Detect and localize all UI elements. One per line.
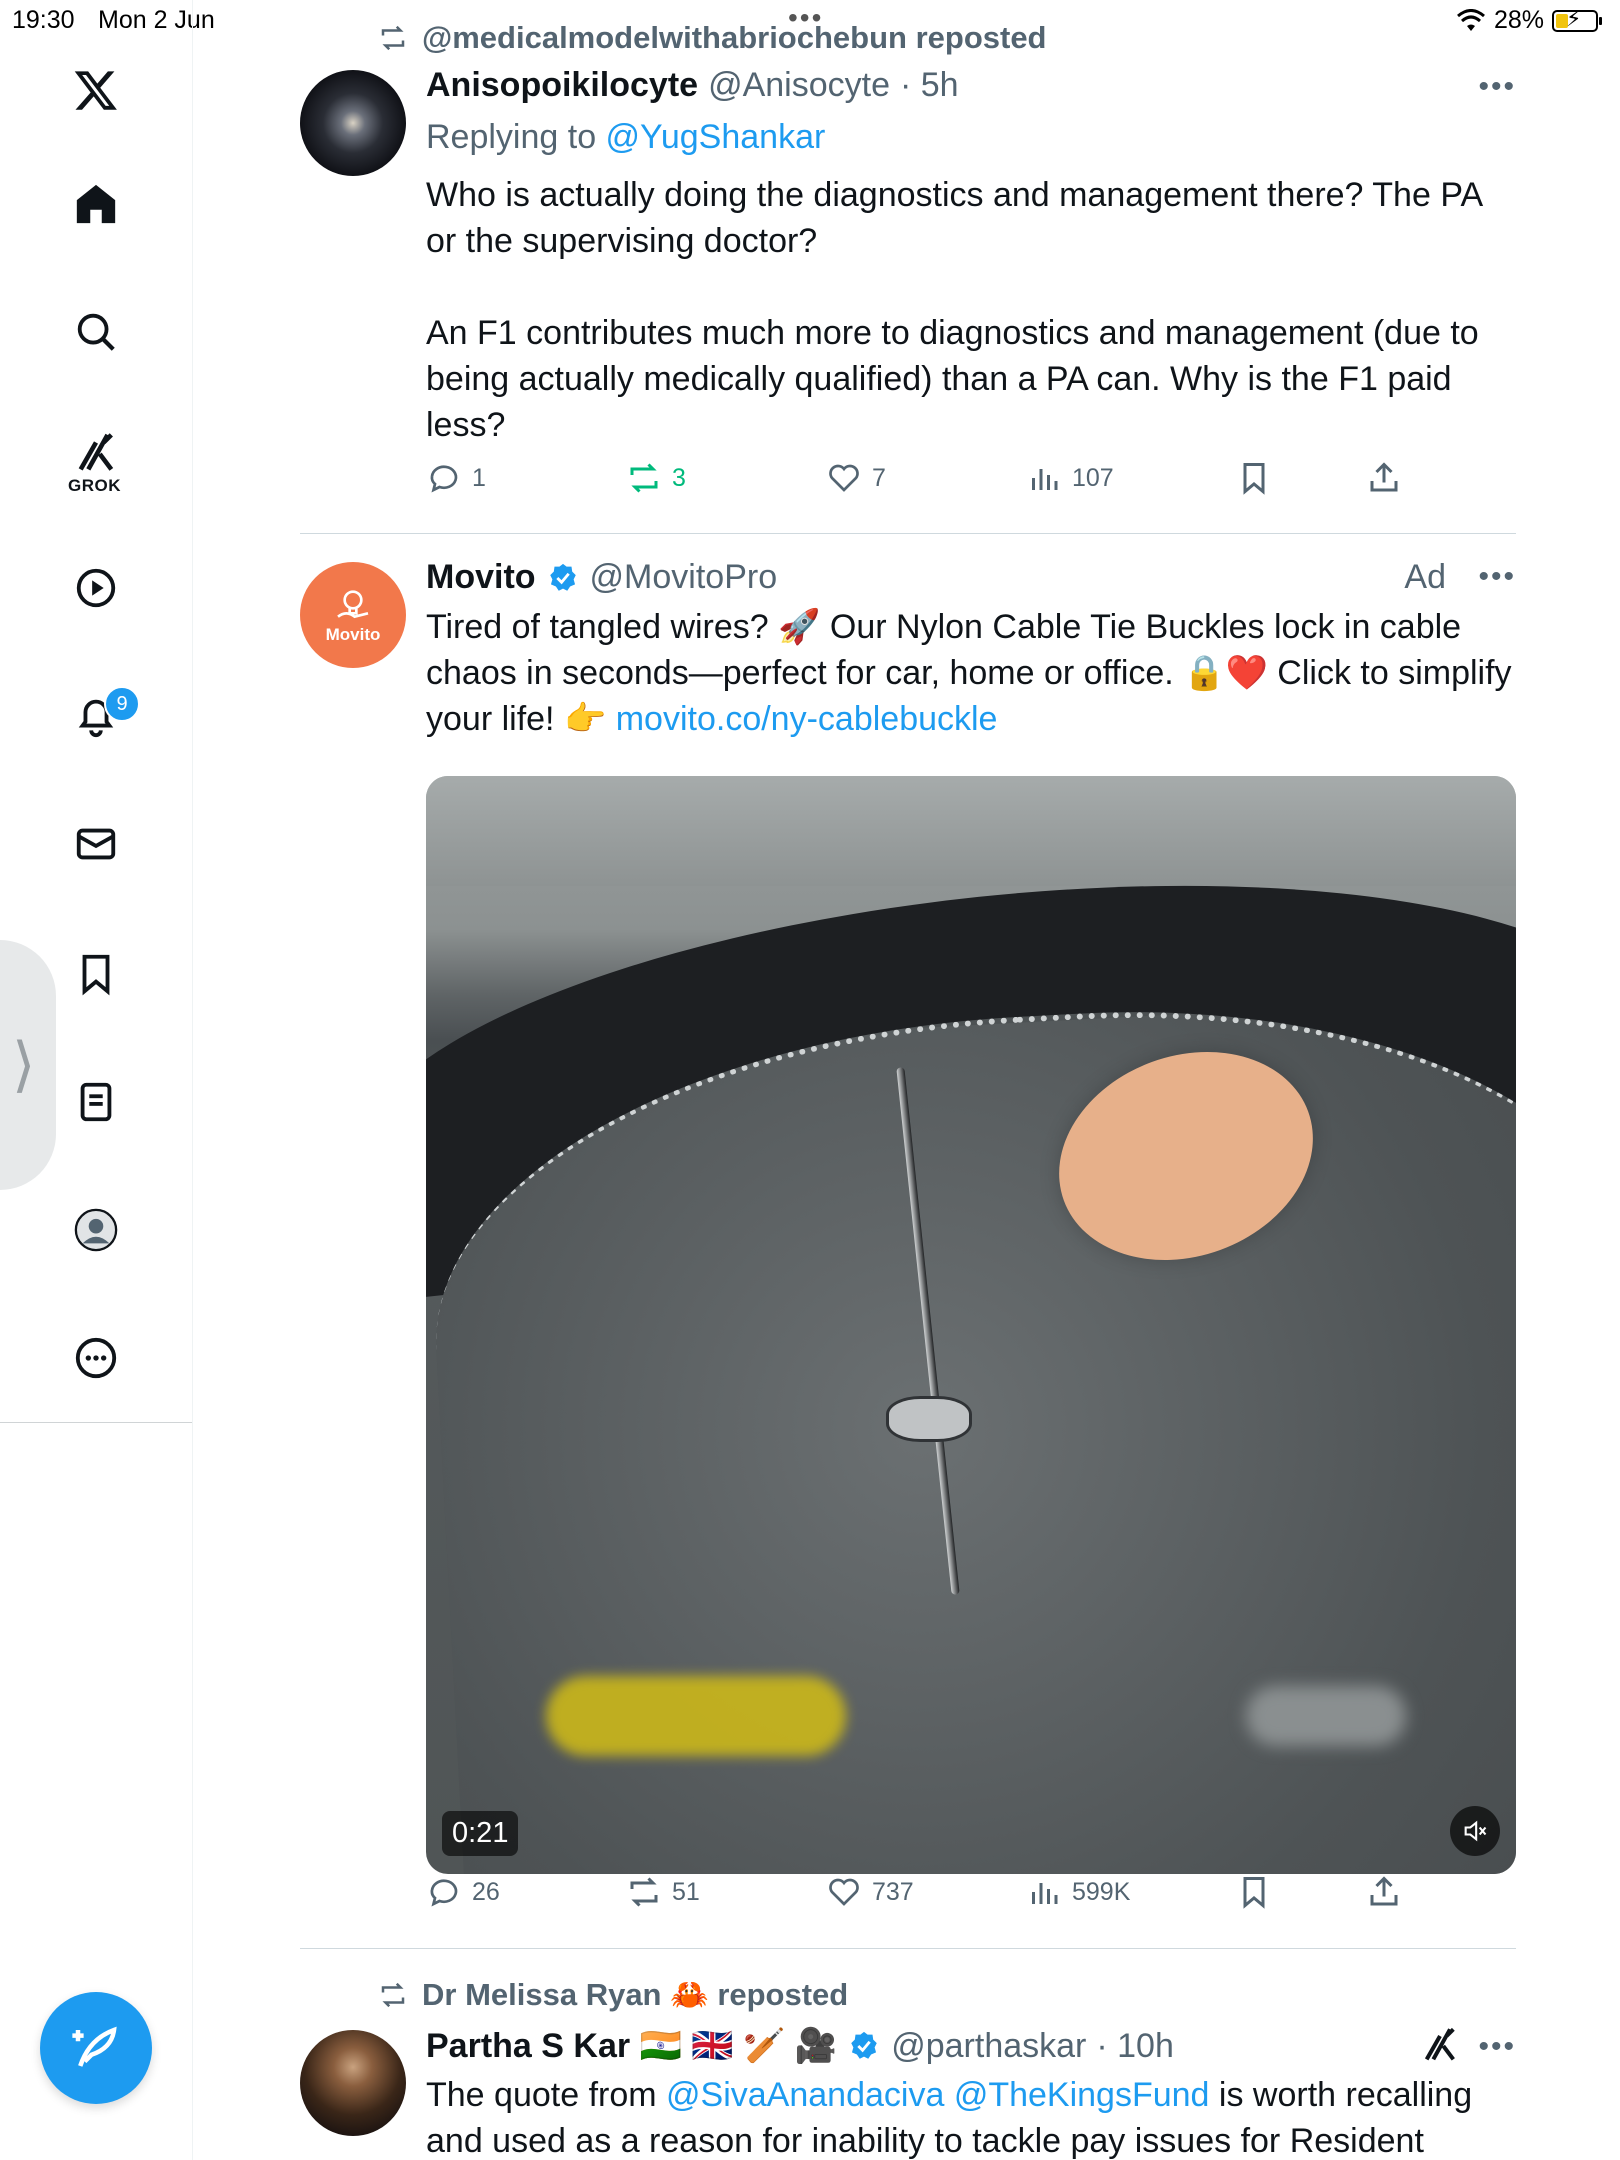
avatar-movito[interactable]: Movito	[300, 562, 406, 668]
heart-icon	[829, 1878, 859, 1906]
mention-link[interactable]: @SivaAnandaciva	[666, 2076, 944, 2114]
share-button[interactable]	[1366, 460, 1402, 496]
verified-badge-icon	[549, 563, 576, 591]
chevron-right-icon: ⟩	[12, 1031, 36, 1098]
post-text: The quote from @SivaAnandaciva @TheKings…	[426, 2076, 1473, 2160]
reply-icon	[430, 465, 458, 493]
post-header: Movito @MovitoPro	[426, 558, 777, 597]
author-handle[interactable]: @Anisocyte	[708, 66, 890, 105]
share-icon	[1370, 462, 1398, 492]
buckle	[886, 1396, 972, 1442]
repost-icon	[381, 1982, 405, 2007]
repost-icon	[630, 463, 658, 493]
home-icon[interactable]	[66, 174, 126, 234]
post-movito-ad[interactable]: Movito Movito @MovitoPro Ad ••• Tired of…	[300, 534, 1516, 1944]
post-header: Partha S Kar 🇮🇳 🇬🇧 🏏 🎥 @parthaskar · 10h	[426, 2026, 1174, 2066]
post-actions: 26 51 737 599K	[426, 1874, 1516, 1924]
reply-icon	[430, 1879, 458, 1907]
views-button[interactable]: 107	[1026, 460, 1114, 496]
sidebar-divider	[0, 1422, 192, 1423]
compose-feather-icon	[72, 2026, 117, 2067]
author-name[interactable]: Anisopoikilocyte	[426, 66, 698, 105]
grok-label: GROK	[68, 476, 121, 495]
video-player[interactable]: 0:21	[426, 776, 1516, 1874]
repost-by[interactable]: @medicalmodelwithabriochebun reposted	[422, 20, 1047, 56]
bookmark-icon	[1243, 463, 1265, 495]
grok-icon[interactable]	[1420, 2026, 1460, 2066]
post-text: Tired of tangled wires? 🚀 Our Nylon Cabl…	[426, 608, 1512, 738]
profile-avatar[interactable]	[66, 1200, 126, 1260]
post-text: Who is actually doing the diagnostics an…	[426, 176, 1482, 444]
lightbulb-hand-icon	[337, 590, 369, 619]
repost-button[interactable]: 3	[626, 460, 686, 496]
view-count: 107	[1072, 463, 1114, 492]
movito-avatar-text: Movito	[325, 625, 381, 644]
grok-icon[interactable]	[66, 424, 126, 484]
like-count: 7	[872, 463, 886, 492]
author-name[interactable]: Movito	[426, 558, 536, 597]
avatar-anisocyte[interactable]	[300, 70, 406, 176]
repost-icon	[630, 1877, 658, 1907]
video-icon[interactable]	[66, 558, 126, 618]
battery-icon: ⚡	[1552, 6, 1602, 32]
heart-icon	[829, 464, 859, 492]
ad-label: Ad	[1404, 558, 1446, 596]
reply-count: 26	[472, 1877, 500, 1906]
compose-post-button[interactable]	[40, 1992, 152, 2104]
like-button[interactable]: 7	[826, 460, 886, 496]
analytics-icon	[1032, 1883, 1058, 1904]
bookmark-icon	[1243, 1877, 1265, 1909]
bookmarks-icon[interactable]	[66, 944, 126, 1004]
replying-to-link[interactable]: @YugShankar	[606, 118, 826, 156]
post-more-icon[interactable]: •••	[1478, 70, 1516, 104]
share-icon	[1370, 1876, 1398, 1906]
author-handle[interactable]: @parthaskar	[891, 2027, 1086, 2066]
share-button[interactable]	[1366, 1874, 1402, 1910]
mute-button[interactable]	[1450, 1806, 1500, 1856]
replying-to: Replying to @YugShankar	[426, 118, 826, 156]
post-parthaskar[interactable]: Dr Melissa Ryan 🦀 reposted Partha S Kar …	[300, 1950, 1516, 2160]
ad-link[interactable]: movito.co/ny-cablebuckle	[616, 700, 998, 738]
author-handle[interactable]: @MovitoPro	[590, 558, 778, 597]
notifications-badge: 9	[104, 686, 140, 722]
post-time[interactable]: · 10h	[1096, 2027, 1174, 2066]
repost-count: 51	[672, 1877, 700, 1906]
post-more-icon[interactable]: •••	[1478, 560, 1516, 594]
post-header: Anisopoikilocyte @Anisocyte · 5h	[426, 66, 959, 105]
view-count: 599K	[1072, 1877, 1131, 1906]
analytics-icon	[1032, 469, 1058, 490]
sidebar-expand-handle[interactable]: ⟩	[0, 940, 56, 1190]
lists-icon[interactable]	[66, 1072, 126, 1132]
mention-link[interactable]: @TheKingsFund	[954, 2076, 1210, 2114]
post-more-icon[interactable]: •••	[1478, 2030, 1516, 2064]
repost-indicator: Dr Melissa Ryan 🦀 reposted	[376, 1976, 848, 2013]
bookmark-button[interactable]	[1236, 460, 1272, 496]
search-icon[interactable]	[66, 302, 126, 362]
messages-icon[interactable]	[66, 814, 126, 874]
repost-button[interactable]: 51	[626, 1874, 700, 1910]
repost-count: 3	[672, 463, 686, 492]
more-options-icon[interactable]	[66, 1328, 126, 1388]
post-actions: 1 3 7 107	[426, 460, 1516, 510]
reply-button[interactable]: 1	[426, 460, 486, 496]
verified-badge-icon	[851, 2031, 877, 2059]
repost-by[interactable]: Dr Melissa Ryan 🦀 reposted	[422, 1976, 848, 2013]
post-time[interactable]: · 5h	[900, 66, 959, 105]
x-logo-icon[interactable]	[66, 60, 126, 120]
avatar-parthaskar[interactable]	[300, 2030, 406, 2136]
like-count: 737	[872, 1877, 914, 1906]
reply-button[interactable]: 26	[426, 1874, 500, 1910]
views-button[interactable]: 599K	[1026, 1874, 1130, 1910]
repost-icon	[381, 25, 405, 51]
repost-indicator: @medicalmodelwithabriochebun reposted	[376, 20, 1047, 56]
post-divider	[300, 1948, 1516, 1949]
bookmark-button[interactable]	[1236, 1874, 1272, 1910]
author-name[interactable]: Partha S Kar 🇮🇳 🇬🇧 🏏 🎥	[426, 2026, 837, 2066]
speaker-muted-icon	[1464, 1820, 1487, 1842]
like-button[interactable]: 737	[826, 1874, 914, 1910]
video-duration: 0:21	[442, 1811, 519, 1856]
post-anisocyte[interactable]: @medicalmodelwithabriochebun reposted An…	[300, 0, 1516, 530]
reply-count: 1	[472, 463, 486, 492]
